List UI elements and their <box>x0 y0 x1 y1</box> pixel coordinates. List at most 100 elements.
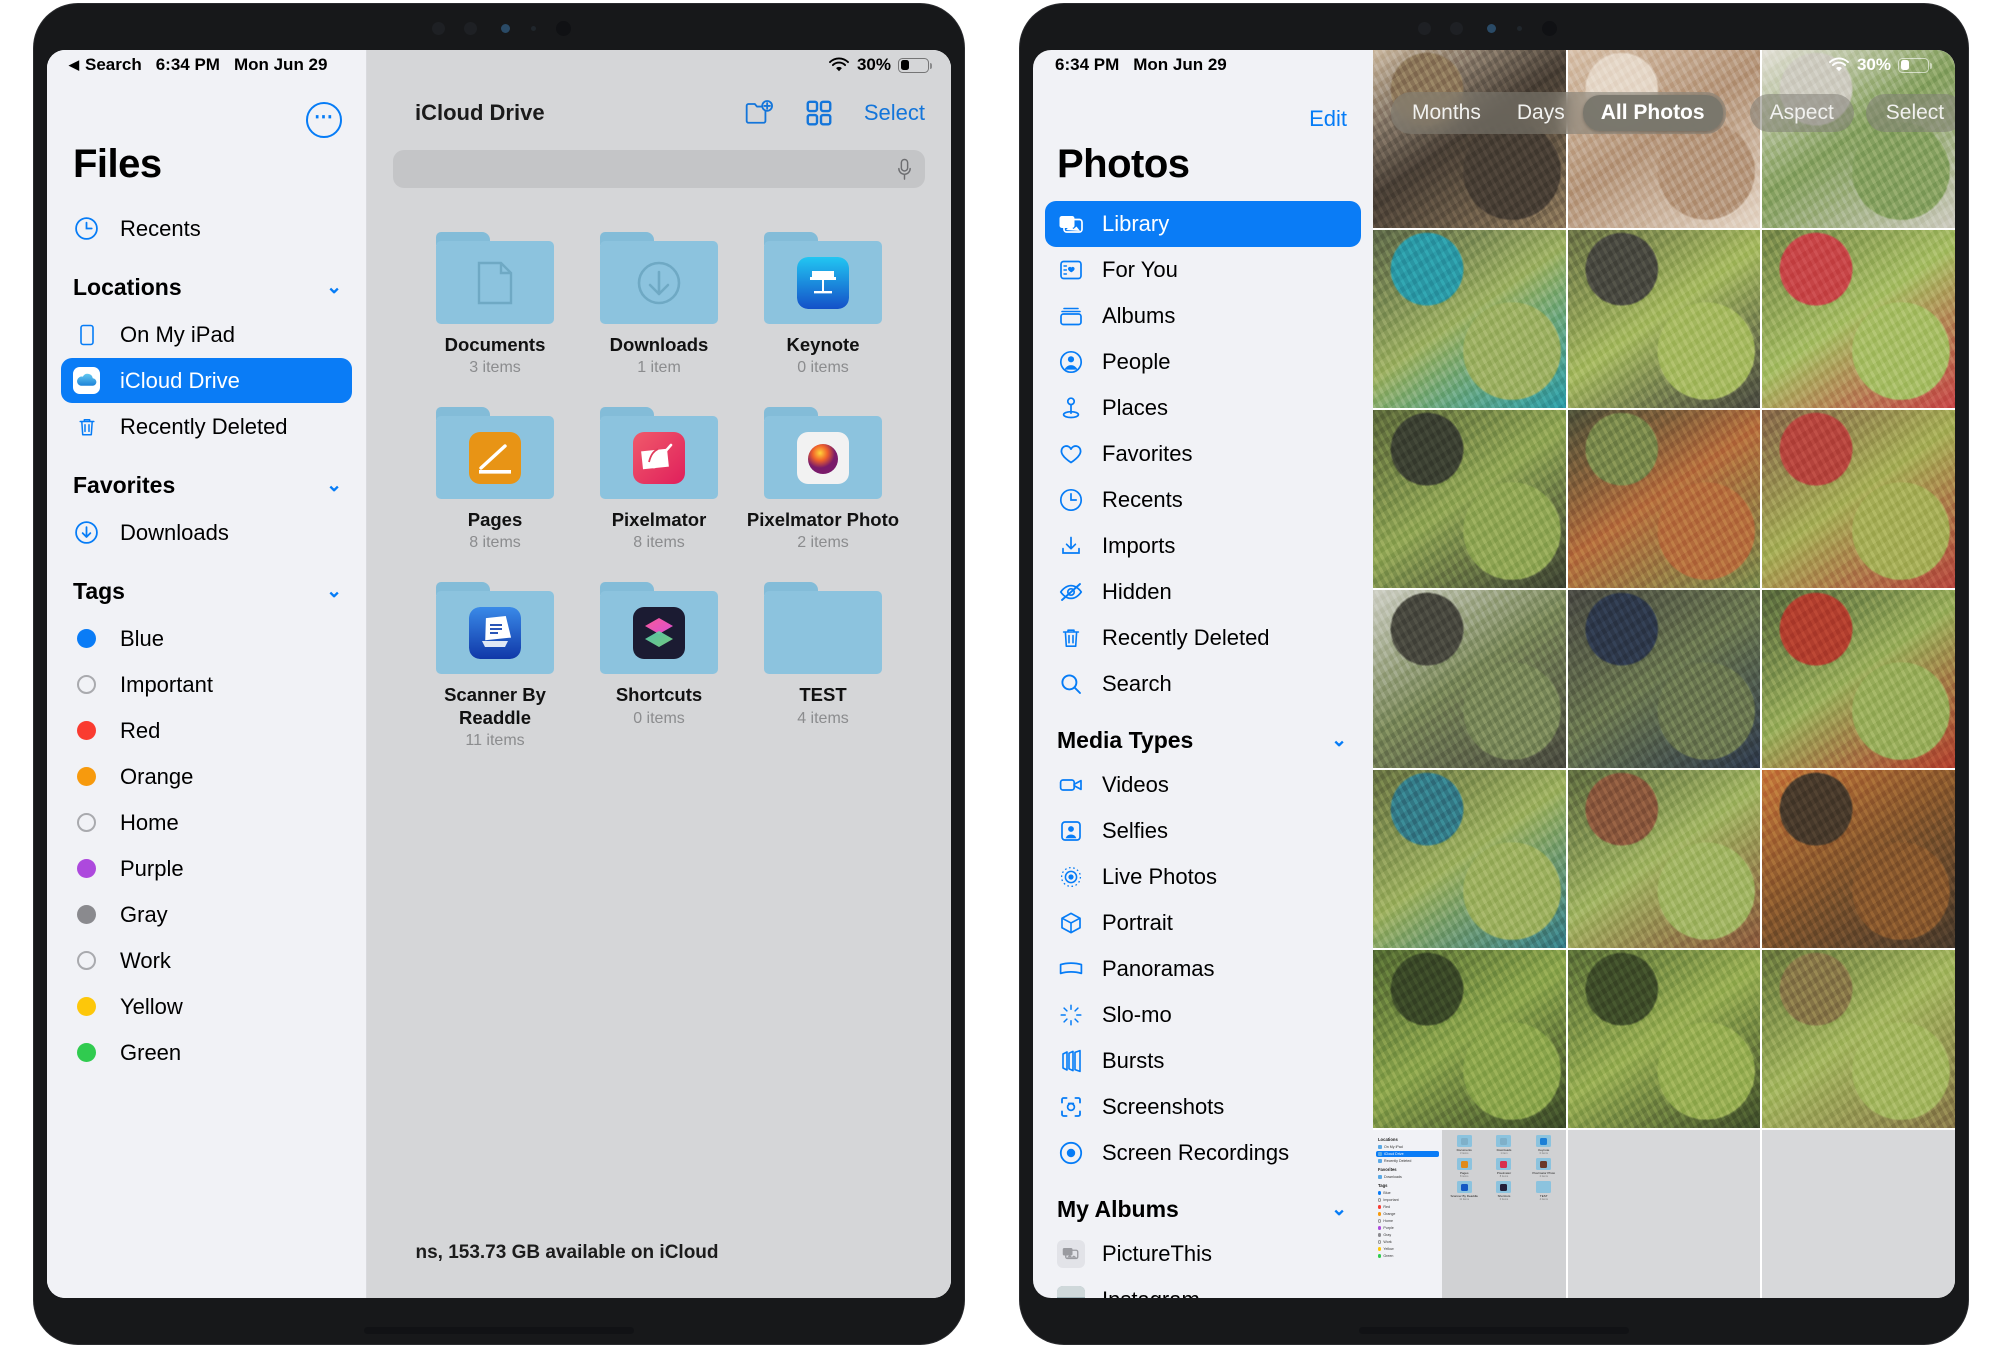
sidebar-item-tag-green[interactable]: Green <box>61 1030 352 1075</box>
segment-days[interactable]: Days <box>1499 95 1583 131</box>
heart-icon <box>1057 440 1085 468</box>
sidebar-group-tags[interactable]: Tags ⌄ <box>47 556 366 615</box>
chevron-down-icon[interactable]: ⌄ <box>326 474 342 497</box>
sidebar-item-videos[interactable]: Videos <box>1045 762 1361 808</box>
sidebar-group-favorites[interactable]: Favorites ⌄ <box>47 450 366 509</box>
sidebar-item-recents[interactable]: Recents <box>61 206 352 251</box>
photo-thumbnail[interactable] <box>1373 770 1566 948</box>
microphone-icon[interactable] <box>896 158 913 181</box>
sidebar-item-slo-mo[interactable]: Slo-mo <box>1045 992 1361 1038</box>
chevron-down-icon[interactable]: ⌄ <box>326 276 342 299</box>
sidebar-item-recents[interactable]: Recents <box>1045 477 1361 523</box>
photo-texture <box>1373 410 1566 588</box>
sidebar-item-tag-gray[interactable]: Gray <box>61 892 352 937</box>
status-back-label[interactable]: Search <box>85 55 142 75</box>
files-content-pane: iCloud Drive Select Documents 3 items Do… <box>367 50 951 1298</box>
sidebar-item-bursts[interactable]: Bursts <box>1045 1038 1361 1084</box>
sidebar-item-tag-home[interactable]: Home <box>61 800 352 845</box>
folder-item[interactable]: Pixelmator 8 items <box>577 407 741 552</box>
sidebar-item-portrait[interactable]: Portrait <box>1045 900 1361 946</box>
tag-dot-icon <box>73 993 100 1020</box>
grid-view-icon[interactable] <box>804 98 834 128</box>
sidebar-item-albums[interactable]: Albums <box>1045 293 1361 339</box>
sidebar-item-tag-important[interactable]: Important <box>61 662 352 707</box>
page-title: Files <box>73 142 162 186</box>
folder-item[interactable]: Shortcuts 0 items <box>577 582 741 749</box>
sidebar-item-icloud-drive[interactable]: iCloud Drive <box>61 358 352 403</box>
folder-item[interactable]: Pages 8 items <box>413 407 577 552</box>
sidebar-item-live-photos[interactable]: Live Photos <box>1045 854 1361 900</box>
folder-item[interactable]: Documents 3 items <box>413 232 577 377</box>
sidebar-item-search[interactable]: Search <box>1045 661 1361 707</box>
photo-thumbnail[interactable] <box>1567 770 1761 948</box>
folder-item[interactable]: Keynote 0 items <box>741 232 905 377</box>
photo-texture <box>1567 410 1761 588</box>
sidebar-item-tag-orange[interactable]: Orange <box>61 754 352 799</box>
sidebar-item-for-you[interactable]: For You <box>1045 247 1361 293</box>
new-folder-icon[interactable] <box>744 98 774 128</box>
segment-all-photos[interactable]: All Photos <box>1582 95 1723 131</box>
sidebar-item-label: Downloads <box>120 519 229 545</box>
photo-thumbnail[interactable] <box>1373 950 1566 1128</box>
photo-thumbnail[interactable] <box>1762 770 1955 948</box>
sidebar-item-instagram[interactable]: Instagram <box>1045 1277 1361 1298</box>
sidebar-item-downloads[interactable]: Downloads <box>61 510 352 555</box>
sidebar-item-library[interactable]: Library <box>1045 201 1361 247</box>
sidebar-item-tag-work[interactable]: Work <box>61 938 352 983</box>
folder-item[interactable]: Scanner By Readdle 11 items <box>413 582 577 749</box>
sidebar-item-selfies[interactable]: Selfies <box>1045 808 1361 854</box>
sidebar-item-favorites[interactable]: Favorites <box>1045 431 1361 477</box>
photo-thumbnail[interactable] <box>1373 230 1566 408</box>
folder-item[interactable]: Downloads 1 item <box>577 232 741 377</box>
photo-thumbnail[interactable] <box>1567 410 1761 588</box>
photo-thumbnail[interactable] <box>1762 410 1955 588</box>
sidebar-group-media-types[interactable]: Media Types ⌄ <box>1033 707 1373 762</box>
sidebar-item-label: Red <box>120 717 161 743</box>
folder-item[interactable]: Pixelmator Photo 2 items <box>741 407 905 552</box>
sidebar-group-my-albums[interactable]: My Albums ⌄ <box>1033 1176 1373 1231</box>
sidebar-item-hidden[interactable]: Hidden <box>1045 569 1361 615</box>
folder-item[interactable]: TEST 4 items <box>741 582 905 749</box>
select-button[interactable]: Select <box>1865 94 1955 132</box>
home-indicator-right[interactable] <box>1359 1327 1629 1334</box>
segment-months[interactable]: Months <box>1394 95 1499 131</box>
sidebar-item-panoramas[interactable]: Panoramas <box>1045 946 1361 992</box>
sidebar-item-picturethis[interactable]: PictureThis <box>1045 1231 1361 1277</box>
sidebar-item-on-my-ipad[interactable]: On My iPad <box>61 312 352 357</box>
more-options-button[interactable]: ⋯ <box>306 102 342 138</box>
sidebar-item-screen-recordings[interactable]: Screen Recordings <box>1045 1130 1361 1176</box>
home-indicator-left[interactable] <box>364 1327 634 1334</box>
photo-thumbnail[interactable]: Locations On My iPad iCloud Drive Recently … <box>1373 1130 1566 1298</box>
photo-thumbnail[interactable] <box>1762 590 1955 768</box>
chevron-down-icon[interactable]: ⌄ <box>326 580 342 603</box>
sensor-dot <box>1450 22 1463 35</box>
sidebar-item-people[interactable]: People <box>1045 339 1361 385</box>
sidebar-item-tag-yellow[interactable]: Yellow <box>61 984 352 1029</box>
sidebar-item-imports[interactable]: Imports <box>1045 523 1361 569</box>
view-mode-segmented-control[interactable]: Months Days All Photos <box>1391 92 1726 134</box>
search-input[interactable] <box>393 150 925 188</box>
edit-button[interactable]: Edit <box>1309 106 1347 132</box>
sidebar-item-places[interactable]: Places <box>1045 385 1361 431</box>
sidebar-group-locations[interactable]: Locations ⌄ <box>47 252 366 311</box>
sidebar-item-tag-blue[interactable]: Blue <box>61 616 352 661</box>
photo-thumbnail[interactable] <box>1762 950 1955 1128</box>
sidebar-item-tag-purple[interactable]: Purple <box>61 846 352 891</box>
photo-thumbnail[interactable] <box>1373 410 1566 588</box>
folder-icon <box>764 407 882 500</box>
select-button[interactable]: Select <box>864 100 925 126</box>
chevron-down-icon[interactable]: ⌄ <box>1331 1198 1347 1221</box>
aspect-button[interactable]: Aspect <box>1749 94 1854 132</box>
photo-thumbnail[interactable] <box>1567 590 1761 768</box>
sidebar-item-label: On My iPad <box>120 321 235 347</box>
sidebar-item-tag-red[interactable]: Red <box>61 708 352 753</box>
sidebar-item-recently-deleted[interactable]: Recently Deleted <box>61 404 352 449</box>
photo-thumbnail[interactable] <box>1373 590 1566 768</box>
photo-thumbnail[interactable] <box>1567 950 1761 1128</box>
back-triangle-icon[interactable]: ◀ <box>69 57 79 73</box>
photo-thumbnail[interactable] <box>1567 230 1761 408</box>
chevron-down-icon[interactable]: ⌄ <box>1331 729 1347 752</box>
photo-thumbnail[interactable] <box>1762 230 1955 408</box>
sidebar-item-screenshots[interactable]: Screenshots <box>1045 1084 1361 1130</box>
sidebar-item-recently-deleted[interactable]: Recently Deleted <box>1045 615 1361 661</box>
